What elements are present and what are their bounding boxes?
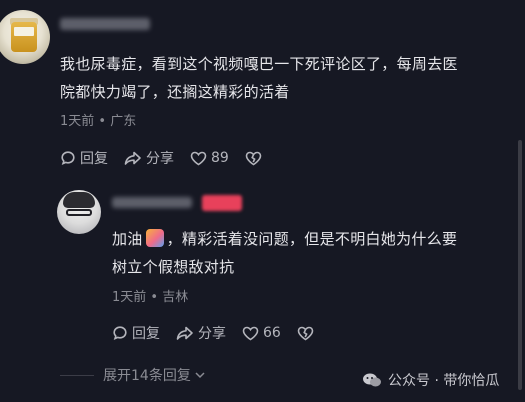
- share-button[interactable]: 分享: [124, 148, 174, 168]
- broken-heart-icon: [297, 326, 314, 340]
- watermark-text: 公众号 · 带你恰瓜: [388, 373, 500, 389]
- comment-line-1: 我也尿毒症，看到这个视频嘎巴一下死评论区了，每周去医: [60, 55, 458, 73]
- share-icon: [124, 151, 141, 165]
- meta-separator: •: [98, 114, 107, 129]
- chevron-down-icon: [195, 372, 205, 379]
- scrollbar[interactable]: [518, 140, 522, 390]
- reply-button[interactable]: 回复: [112, 323, 160, 343]
- like-button[interactable]: 89: [190, 150, 229, 166]
- author-tag-blurred: [202, 195, 242, 211]
- reply-line-2: 树立个假想敌对抗: [112, 258, 235, 276]
- heart-icon: [190, 151, 207, 165]
- reply-meta: 1天前 • 吉林: [112, 286, 188, 305]
- reply-button[interactable]: 回复: [60, 148, 108, 168]
- dislike-button[interactable]: [297, 326, 314, 341]
- jar-label: [14, 27, 34, 36]
- dislike-button[interactable]: [245, 151, 262, 166]
- reply-label: 回复: [132, 326, 160, 342]
- meta-separator: •: [150, 290, 159, 305]
- username-blurred[interactable]: [60, 18, 150, 30]
- reply-label: 回复: [80, 151, 108, 167]
- reply-icon: [113, 326, 127, 341]
- comment-text: 我也尿毒症，看到这个视频嘎巴一下死评论区了，每周去医 院都快力竭了，还搁这精彩的…: [60, 50, 520, 106]
- avatar-glasses: [66, 209, 92, 216]
- comment-meta: 1天前 • 广东: [60, 110, 136, 129]
- broken-heart-icon: [245, 151, 262, 165]
- watermark: 公众号 · 带你恰瓜: [362, 370, 499, 390]
- expand-divider: [60, 375, 94, 376]
- reply-icon: [61, 151, 75, 166]
- heart-icon: [242, 326, 259, 340]
- reply-username-blurred[interactable]: [112, 197, 192, 208]
- reply-text: 加油 ，精彩活着没问题，但是不明白她为什么要 树立个假想敌对抗: [112, 225, 522, 281]
- expand-replies-label: 展开14条回复: [103, 368, 191, 384]
- reply-time: 1天前: [112, 290, 147, 305]
- comment-line-2: 院都快力竭了，还搁这精彩的活着: [60, 83, 290, 101]
- comment-time: 1天前: [60, 114, 95, 129]
- expand-replies-button[interactable]: 展开14条回复: [103, 365, 206, 385]
- reply-actions: 回复 分享 66: [112, 323, 330, 343]
- like-count: 89: [211, 150, 229, 166]
- share-label: 分享: [198, 326, 226, 342]
- share-icon: [176, 326, 193, 340]
- reply-avatar[interactable]: [57, 190, 101, 234]
- share-label: 分享: [146, 151, 174, 167]
- like-button[interactable]: 66: [242, 325, 281, 341]
- avatar-hair: [63, 192, 95, 208]
- reply-text-post: ，精彩活着没问题，但是不明白她为什么要: [166, 230, 458, 248]
- share-button[interactable]: 分享: [176, 323, 226, 343]
- reply-location: 吉林: [162, 290, 189, 305]
- comment-actions: 回复 分享 89: [60, 148, 278, 168]
- reply-text-pre: 加油: [112, 230, 143, 248]
- wechat-icon: [363, 373, 381, 387]
- avatar[interactable]: [0, 10, 50, 64]
- reply-line-1: 加油 ，精彩活着没问题，但是不明白她为什么要: [112, 225, 522, 253]
- like-count: 66: [263, 325, 281, 341]
- comment-location: 广东: [110, 114, 137, 129]
- hug-emoji-icon: [145, 229, 164, 247]
